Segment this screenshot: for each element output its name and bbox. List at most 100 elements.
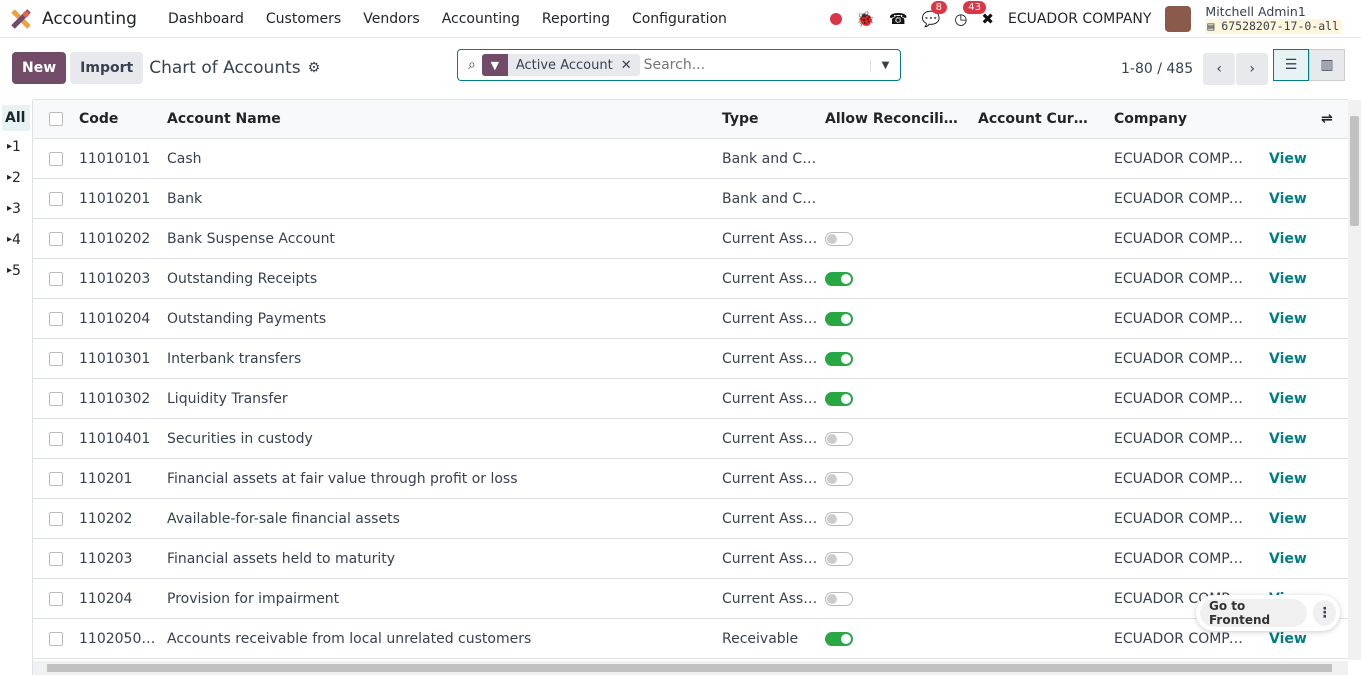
messages-icon[interactable]: 💬 8 [922, 0, 947, 28]
view-button[interactable]: View [1269, 151, 1307, 167]
col-allow-reconciliation[interactable]: Allow Reconciliati... [825, 111, 965, 127]
col-code[interactable]: Code [79, 111, 161, 127]
allow-reconciliation-toggle[interactable] [825, 311, 853, 326]
col-type[interactable]: Type [722, 111, 820, 127]
row-checkbox[interactable] [49, 391, 63, 406]
group-item[interactable]: ▸ 4 [0, 224, 32, 255]
user-name[interactable]: Mitchell Admin1 [1205, 4, 1341, 19]
row-checkbox[interactable] [49, 231, 63, 246]
menu-item-customers[interactable]: Customers [266, 11, 341, 27]
view-button[interactable]: View [1269, 311, 1307, 327]
table-row[interactable]: 11010101 Cash Bank and Cash ECUADOR COMPA… [33, 139, 1348, 179]
row-checkbox[interactable] [49, 551, 63, 566]
row-checkbox[interactable] [49, 591, 63, 606]
group-item[interactable]: ▸ 2 [0, 162, 32, 193]
allow-reconciliation-toggle[interactable] [825, 271, 853, 286]
row-checkbox[interactable] [49, 311, 63, 326]
kanban-view-button[interactable]: ▥ [1309, 49, 1345, 81]
import-button[interactable]: Import [70, 52, 144, 84]
account-type: Current Assets [722, 270, 820, 287]
row-checkbox[interactable] [49, 631, 63, 646]
search-options-toggle[interactable]: ▼ [870, 59, 900, 71]
reconcile-cell [825, 591, 965, 606]
group-item[interactable]: ▸ 5 [0, 255, 32, 286]
allow-reconciliation-toggle[interactable] [825, 591, 853, 606]
more-options-icon[interactable]: ⋮ [1313, 600, 1336, 626]
pager-next-button[interactable]: › [1236, 53, 1269, 85]
table-row[interactable]: 11010201 Bank Bank and Cash ECUADOR COMPA… [33, 179, 1348, 219]
table-row[interactable]: 110202 Available-for-sale financial asse… [33, 499, 1348, 539]
row-checkbox[interactable] [49, 351, 63, 366]
app-logo-icon[interactable] [10, 8, 32, 30]
pager-value[interactable]: 1-80 / 485 [1121, 61, 1193, 77]
allow-reconciliation-toggle[interactable] [825, 471, 853, 486]
phone-icon[interactable]: ☎ [889, 10, 908, 28]
view-button[interactable]: View [1269, 351, 1307, 367]
remove-facet-icon[interactable]: ✕ [621, 58, 640, 73]
menu-item-vendors[interactable]: Vendors [363, 11, 419, 27]
table-row[interactable]: 11010302 Liquidity Transfer Current Asse… [33, 379, 1348, 419]
reconcile-cell [825, 471, 965, 486]
row-checkbox[interactable] [49, 471, 63, 486]
recording-icon[interactable] [830, 12, 843, 25]
view-button[interactable]: View [1269, 551, 1307, 567]
allow-reconciliation-toggle[interactable] [825, 231, 853, 246]
allow-reconciliation-toggle[interactable] [825, 351, 853, 366]
view-button[interactable]: View [1269, 191, 1307, 207]
row-checkbox[interactable] [49, 431, 63, 446]
vertical-scrollbar[interactable] [1348, 100, 1361, 660]
table-row[interactable]: 110204 Provision for impairment Current … [33, 579, 1348, 619]
row-checkbox[interactable] [49, 191, 63, 206]
row-checkbox[interactable] [49, 511, 63, 526]
pager-previous-button[interactable]: ‹ [1203, 53, 1236, 85]
list-view-button[interactable]: ☰ [1273, 49, 1309, 81]
table-row[interactable]: 11010204 Outstanding Payments Current As… [33, 299, 1348, 339]
view-button[interactable]: View [1269, 631, 1307, 647]
view-button[interactable]: View [1269, 471, 1307, 487]
table-row[interactable]: 11010301 Interbank transfers Current Ass… [33, 339, 1348, 379]
menu-item-reporting[interactable]: Reporting [542, 11, 610, 27]
col-account-name[interactable]: Account Name [167, 111, 707, 127]
debug-bug-icon[interactable]: 🐞 [856, 10, 875, 28]
new-button[interactable]: New [12, 52, 67, 84]
group-item[interactable]: All [2, 105, 30, 131]
col-company[interactable]: Company [1114, 111, 1249, 127]
table-row[interactable]: 110203 Financial assets held to maturity… [33, 539, 1348, 579]
allow-reconciliation-toggle[interactable] [825, 511, 853, 526]
table-row[interactable]: 11010202 Bank Suspense Account Current A… [33, 219, 1348, 259]
search-icon[interactable]: ⌕ [468, 57, 476, 73]
allow-reconciliation-toggle[interactable] [825, 631, 853, 646]
table-row[interactable]: 11020501... Accounts receivable from loc… [33, 619, 1348, 659]
tools-icon[interactable]: ✖ [981, 10, 994, 28]
view-button[interactable]: View [1269, 271, 1307, 287]
row-checkbox[interactable] [49, 151, 63, 166]
table-row[interactable]: 110201 Financial assets at fair value th… [33, 459, 1348, 499]
avatar[interactable] [1165, 5, 1192, 32]
horizontal-scrollbar[interactable] [33, 661, 1348, 675]
search-input[interactable] [643, 57, 870, 73]
table-row[interactable]: 11010203 Outstanding Receipts Current As… [33, 259, 1348, 299]
allow-reconciliation-toggle[interactable] [825, 431, 853, 446]
select-all-checkbox[interactable] [49, 112, 63, 126]
allow-reconciliation-toggle[interactable] [825, 551, 853, 566]
menu-item-dashboard[interactable]: Dashboard [168, 11, 244, 27]
view-button[interactable]: View [1269, 391, 1307, 407]
group-item[interactable]: ▸ 1 [0, 131, 32, 162]
go-to-frontend-button[interactable]: Go to Frontend [1200, 599, 1308, 627]
view-button[interactable]: View [1269, 431, 1307, 447]
gear-icon[interactable]: ⚙ [308, 60, 321, 76]
row-checkbox[interactable] [49, 271, 63, 286]
allow-reconciliation-toggle[interactable] [825, 391, 853, 406]
account-type: Current Assets [722, 230, 820, 247]
app-name[interactable]: Accounting [42, 9, 137, 29]
company-switcher[interactable]: ECUADOR COMPANY [1008, 11, 1151, 27]
group-item[interactable]: ▸ 3 [0, 193, 32, 224]
menu-item-configuration[interactable]: Configuration [632, 11, 727, 27]
menu-item-accounting[interactable]: Accounting [442, 11, 520, 27]
activities-clock-icon[interactable]: ◷ 43 [954, 0, 987, 28]
col-account-currency[interactable]: Account Curre... [978, 111, 1093, 127]
view-button[interactable]: View [1269, 231, 1307, 247]
column-settings-icon[interactable]: ⇌ [1321, 111, 1333, 127]
view-button[interactable]: View [1269, 511, 1307, 527]
table-row[interactable]: 11010401 Securities in custody Current A… [33, 419, 1348, 459]
